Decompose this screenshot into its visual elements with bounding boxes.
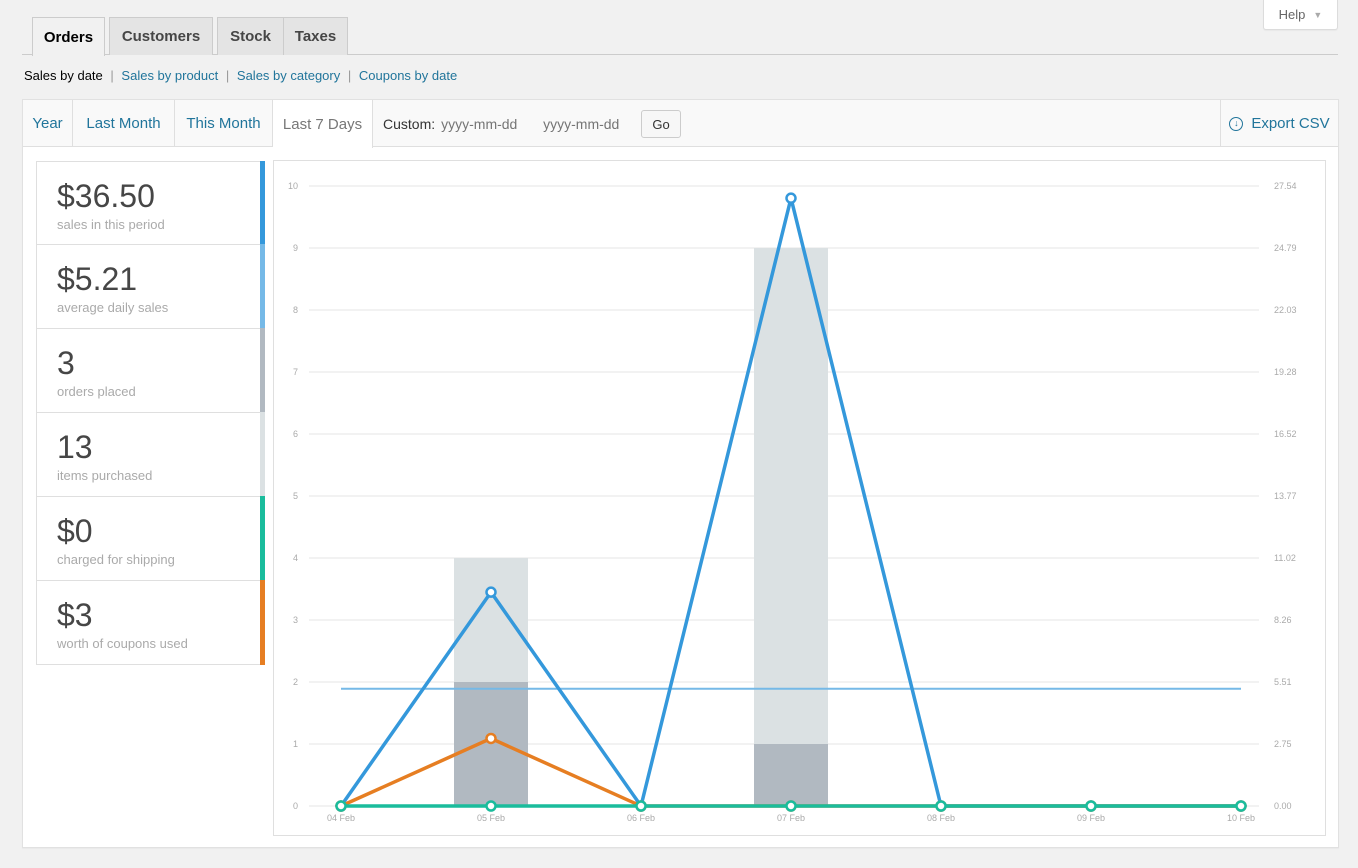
legend-value: $0 bbox=[57, 513, 93, 549]
tab-taxes[interactable]: Taxes bbox=[283, 17, 348, 55]
y-right-tick-label: 16.52 bbox=[1274, 429, 1297, 439]
y-left-tick-label: 2 bbox=[293, 677, 298, 687]
tab-customers[interactable]: Customers bbox=[109, 17, 213, 55]
y-right-tick-label: 0.00 bbox=[1274, 801, 1292, 811]
sublink-coupons-by-date[interactable]: Coupons by date bbox=[359, 68, 457, 83]
chart-bar bbox=[754, 248, 828, 806]
data-point bbox=[335, 800, 347, 812]
legend-label: orders placed bbox=[57, 384, 136, 399]
legend-item-average[interactable]: $5.21 average daily sales bbox=[36, 244, 265, 329]
date-from-input[interactable] bbox=[441, 115, 538, 132]
x-tick-label: 09 Feb bbox=[1077, 813, 1105, 823]
legend-label: items purchased bbox=[57, 468, 153, 483]
date-to-input[interactable] bbox=[543, 115, 640, 132]
data-point bbox=[785, 800, 797, 812]
x-tick-label: 04 Feb bbox=[327, 813, 355, 823]
data-point bbox=[485, 586, 497, 598]
y-right-tick-label: 2.75 bbox=[1274, 739, 1292, 749]
legend-value: 13 bbox=[57, 429, 93, 465]
data-point bbox=[935, 800, 947, 812]
y-right-tick-label: 19.28 bbox=[1274, 367, 1297, 377]
x-tick-label: 05 Feb bbox=[477, 813, 505, 823]
x-tick-label: 07 Feb bbox=[777, 813, 805, 823]
legend-color-bar bbox=[260, 161, 265, 246]
legend-item-orders[interactable]: 3 orders placed bbox=[36, 328, 265, 413]
chart-legend: $36.50 sales in this period $5.21 averag… bbox=[36, 161, 265, 665]
sublink-sales-by-category[interactable]: Sales by category bbox=[237, 68, 340, 83]
report-tabs: Orders Customers Stock Taxes bbox=[22, 17, 1338, 56]
legend-color-bar bbox=[260, 580, 265, 665]
y-right-tick-label: 11.02 bbox=[1274, 553, 1296, 563]
legend-color-bar bbox=[260, 244, 265, 329]
legend-item-coupons[interactable]: $3 worth of coupons used bbox=[36, 580, 265, 665]
y-right-tick-label: 8.26 bbox=[1274, 615, 1292, 625]
legend-color-bar bbox=[260, 328, 265, 413]
y-right-tick-label: 24.79 bbox=[1274, 243, 1297, 253]
legend-label: sales in this period bbox=[57, 217, 165, 232]
y-left-tick-label: 5 bbox=[293, 491, 298, 501]
y-left-tick-label: 10 bbox=[288, 181, 298, 191]
y-right-tick-label: 27.54 bbox=[1274, 181, 1297, 191]
chart-bar bbox=[754, 744, 828, 806]
legend-value: 3 bbox=[57, 345, 75, 381]
report-panel: Year Last Month This Month Last 7 Days C… bbox=[22, 99, 1339, 848]
sublink-sales-by-date[interactable]: Sales by date bbox=[24, 68, 103, 83]
sublink-sales-by-product[interactable]: Sales by product bbox=[121, 68, 218, 83]
legend-label: worth of coupons used bbox=[57, 636, 188, 651]
custom-range: Custom: bbox=[383, 100, 640, 147]
custom-label: Custom: bbox=[383, 115, 436, 132]
download-icon: ↓ bbox=[1229, 116, 1244, 131]
x-tick-label: 06 Feb bbox=[627, 813, 655, 823]
y-left-tick-label: 6 bbox=[293, 429, 298, 439]
legend-label: charged for shipping bbox=[57, 552, 175, 567]
y-right-tick-label: 22.03 bbox=[1274, 305, 1297, 315]
data-point bbox=[635, 800, 647, 812]
y-left-tick-label: 8 bbox=[293, 305, 298, 315]
data-point bbox=[485, 800, 497, 812]
report-sublinks: Sales by date | Sales by product | Sales… bbox=[24, 68, 458, 83]
legend-value: $3 bbox=[57, 597, 93, 633]
x-tick-label: 08 Feb bbox=[927, 813, 955, 823]
tab-stock[interactable]: Stock bbox=[217, 17, 284, 55]
tab-orders[interactable]: Orders bbox=[32, 17, 105, 56]
range-year[interactable]: Year bbox=[23, 100, 73, 147]
legend-item-shipping[interactable]: $0 charged for shipping bbox=[36, 496, 265, 581]
data-point bbox=[785, 192, 797, 204]
y-left-tick-label: 0 bbox=[293, 801, 298, 811]
export-csv-button[interactable]: ↓ Export CSV bbox=[1220, 100, 1338, 147]
sales-chart: 0 1 2 3 4 5 6 7 8 9 10 0.00 2.75 5.51 8.26 11.02 13.77 16… bbox=[288, 181, 1297, 823]
go-button[interactable]: Go bbox=[641, 110, 681, 138]
y-left-tick-label: 3 bbox=[293, 615, 298, 625]
y-right-tick-label: 5.51 bbox=[1274, 677, 1292, 687]
data-point bbox=[485, 732, 497, 745]
y-left-tick-label: 1 bbox=[293, 739, 298, 749]
legend-value: $36.50 bbox=[57, 178, 155, 214]
data-point bbox=[1085, 800, 1097, 812]
y-left-tick-label: 9 bbox=[293, 243, 298, 253]
x-tick-label: 10 Feb bbox=[1227, 813, 1255, 823]
y-left-tick-label: 7 bbox=[293, 367, 298, 377]
export-label: Export CSV bbox=[1251, 115, 1330, 132]
range-last-month[interactable]: Last Month bbox=[73, 100, 175, 147]
y-right-tick-label: 13.77 bbox=[1274, 491, 1297, 501]
legend-label: average daily sales bbox=[57, 300, 169, 315]
legend-item-sales[interactable]: $36.50 sales in this period bbox=[36, 161, 265, 246]
legend-color-bar bbox=[260, 496, 265, 581]
y-left-tick-label: 4 bbox=[293, 553, 298, 563]
legend-color-bar bbox=[260, 412, 265, 497]
data-point bbox=[1235, 800, 1247, 812]
legend-item-items[interactable]: 13 items purchased bbox=[36, 412, 265, 497]
date-range-bar: Year Last Month This Month Last 7 Days C… bbox=[23, 100, 1338, 148]
range-last-7-days[interactable]: Last 7 Days bbox=[273, 100, 373, 148]
chart-container: 0 1 2 3 4 5 6 7 8 9 10 0.00 2.75 5.51 8.26 11.02 13.77 16… bbox=[273, 160, 1326, 836]
range-this-month[interactable]: This Month bbox=[175, 100, 273, 147]
legend-value: $5.21 bbox=[57, 261, 138, 297]
